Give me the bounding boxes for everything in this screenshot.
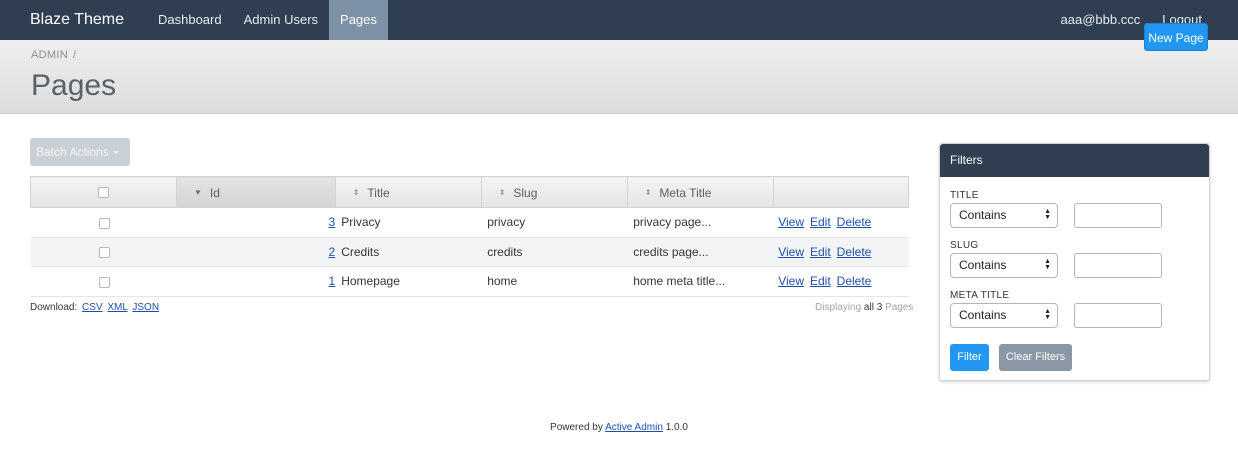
pages-table: ▼ Id ⬍ Title ⬍ Slug ⬍ Meta Title 3 Privacy p… (30, 176, 910, 297)
id-cell: 2 (176, 237, 336, 267)
filter-slug-label: SLUG (950, 240, 979, 251)
column-header-title[interactable]: ⬍ Title (334, 176, 482, 208)
delete-link[interactable]: Delete (837, 215, 872, 229)
nav-item-admin-users[interactable]: Admin Users (233, 0, 329, 40)
filter-meta-title-input[interactable] (1074, 303, 1162, 328)
filter-meta-title-operator-select[interactable]: Contains ▲ ▼ (950, 303, 1058, 328)
select-arrows-icon: ▲ ▼ (1044, 308, 1051, 321)
meta-title-cell: privacy page... (627, 207, 774, 238)
table-row: 1 Homepage home home meta title... View E… (30, 266, 909, 297)
sort-desc-icon: ▼ (194, 187, 202, 197)
filter-title-input[interactable] (1074, 203, 1162, 228)
filter-button[interactable]: Filter (950, 344, 989, 371)
new-page-button[interactable]: New Page (1144, 23, 1208, 51)
title-cell: Homepage (335, 266, 482, 297)
table-row: 3 Privacy privacy privacy page... View Ed… (30, 207, 909, 238)
sort-icon: ⬍ (498, 187, 506, 197)
download-json-link[interactable]: JSON (132, 302, 159, 313)
table-header-row: ▼ Id ⬍ Title ⬍ Slug ⬍ Meta Title (30, 176, 910, 208)
select-arrows-icon: ▲ ▼ (1044, 208, 1051, 221)
nav-item-pages[interactable]: Pages (329, 0, 388, 40)
main-nav: Dashboard Admin Users Pages (147, 0, 388, 40)
active-admin-link[interactable]: Active Admin (605, 422, 663, 433)
breadcrumb-separator: / (72, 49, 77, 61)
actions-cell: View Edit Delete (773, 237, 909, 267)
pagination-count: all 3 (863, 302, 883, 313)
footer-version: 1.0.0 (665, 422, 688, 433)
row-select-cell (30, 237, 177, 267)
clear-filters-button[interactable]: Clear Filters (999, 344, 1072, 371)
edit-link[interactable]: Edit (810, 245, 831, 259)
select-all-checkbox[interactable] (98, 187, 109, 199)
id-cell: 3 (176, 207, 336, 238)
pagination-prefix: Displaying (815, 302, 862, 313)
select-arrows-icon: ▲ ▼ (1044, 258, 1051, 271)
breadcrumb-admin-link[interactable]: ADMIN (31, 49, 68, 61)
column-header-actions (772, 176, 910, 208)
top-navbar: Blaze Theme Dashboard Admin Users Pages … (0, 0, 1238, 40)
filter-title-label: TITLE (950, 190, 979, 201)
download-label: Download: (30, 302, 78, 313)
select-all-header (30, 176, 177, 208)
column-header-id[interactable]: ▼ Id (176, 176, 336, 208)
delete-link[interactable]: Delete (837, 274, 872, 288)
slug-cell: credits (481, 237, 628, 267)
nav-item-dashboard[interactable]: Dashboard (147, 0, 233, 40)
view-link[interactable]: View (778, 245, 804, 259)
title-bar: ADMIN / Pages (0, 40, 1238, 114)
id-link[interactable]: 2 (329, 245, 336, 259)
batch-actions-dropdown[interactable]: Batch Actions (30, 138, 130, 166)
edit-link[interactable]: Edit (810, 274, 831, 288)
delete-link[interactable]: Delete (837, 245, 872, 259)
row-checkbox[interactable] (98, 247, 110, 259)
title-cell: Credits (335, 237, 482, 267)
view-link[interactable]: View (778, 215, 804, 229)
filter-meta-title-label: META TITLE (950, 290, 1010, 301)
footer-prefix: Powered by (550, 422, 603, 433)
meta-title-cell: home meta title... (627, 266, 774, 297)
column-header-meta-title[interactable]: ⬍ Meta Title (626, 176, 774, 208)
filter-title-operator-select[interactable]: Contains ▲ ▼ (950, 203, 1058, 228)
filter-slug-operator-select[interactable]: Contains ▲ ▼ (950, 253, 1058, 278)
filter-slug-input[interactable] (1074, 253, 1162, 278)
sort-icon: ⬍ (644, 187, 652, 197)
pagination-suffix: Pages (885, 302, 914, 313)
sort-icon: ⬍ (352, 187, 360, 197)
table-row: 2 Credits credits credits page... View Ed… (30, 237, 909, 267)
current-user-link[interactable]: aaa@bbb.ccc (1050, 0, 1152, 40)
actions-cell: View Edit Delete (773, 207, 909, 238)
id-link[interactable]: 3 (329, 215, 336, 229)
id-cell: 1 (176, 266, 336, 297)
view-link[interactable]: View (778, 274, 804, 288)
filters-panel: Filters TITLE Contains ▲ ▼ SLUG Contains … (939, 143, 1210, 381)
slug-cell: privacy (481, 207, 628, 238)
title-cell: Privacy (335, 207, 482, 238)
filters-heading: Filters (940, 144, 1209, 177)
breadcrumb: ADMIN / (31, 49, 76, 61)
id-link[interactable]: 1 (329, 274, 336, 288)
edit-link[interactable]: Edit (810, 215, 831, 229)
batch-actions-label: Batch Actions (36, 145, 109, 159)
row-checkbox[interactable] (98, 217, 110, 229)
slug-cell: home (481, 266, 628, 297)
site-title[interactable]: Blaze Theme (30, 0, 124, 40)
row-select-cell (30, 266, 177, 297)
page-title: Pages (31, 69, 117, 102)
column-header-slug[interactable]: ⬍ Slug (480, 176, 628, 208)
footer: Powered by Active Admin 1.0.0 (0, 422, 1238, 433)
download-links: Download: CSV XML JSON (30, 302, 159, 313)
download-csv-link[interactable]: CSV (82, 302, 103, 313)
download-xml-link[interactable]: XML (107, 302, 127, 313)
row-checkbox[interactable] (98, 276, 110, 288)
meta-title-cell: credits page... (627, 237, 774, 267)
caret-down-icon (112, 151, 119, 155)
pagination-info: Displaying all 3 Pages (815, 302, 913, 313)
row-select-cell (30, 207, 177, 238)
actions-cell: View Edit Delete (773, 266, 909, 297)
